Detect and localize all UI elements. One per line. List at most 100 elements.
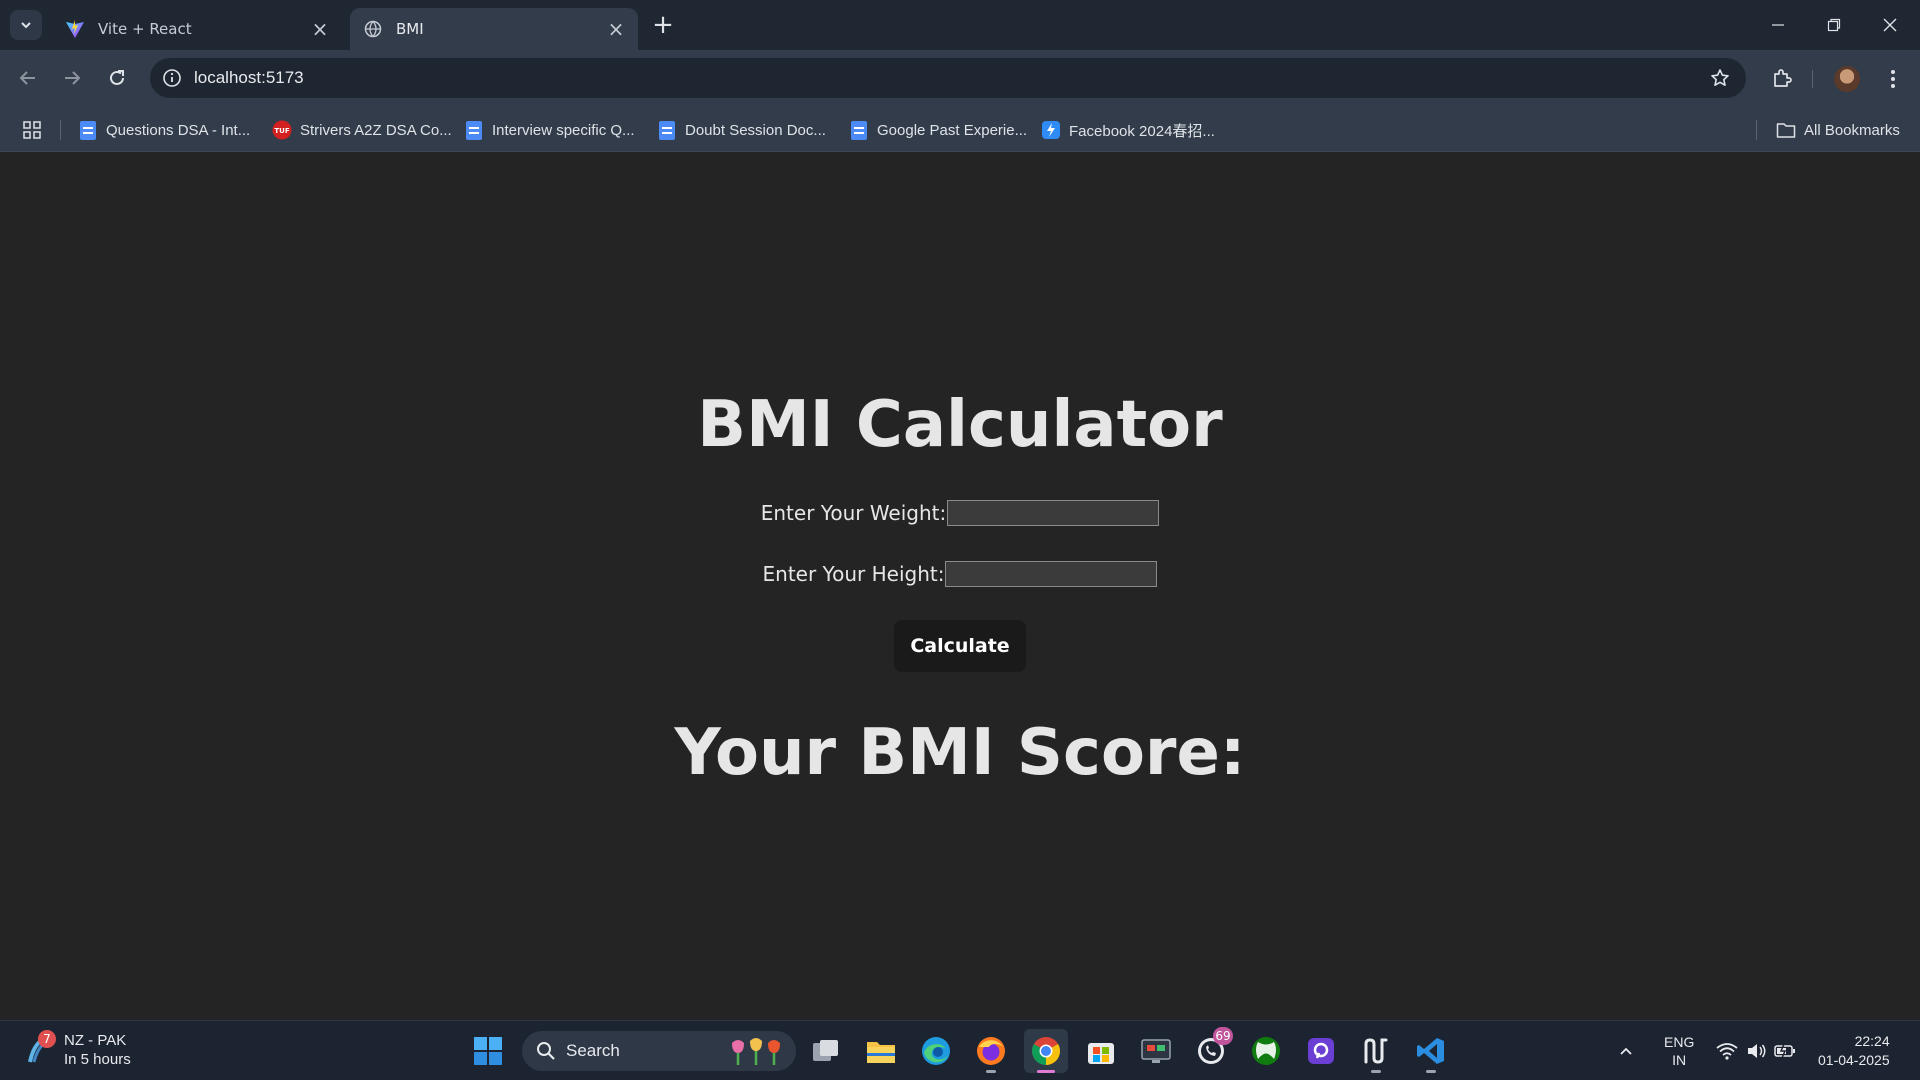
language-line1: ENG [1664, 1034, 1695, 1050]
bookmark-label: Strivers A2Z DSA Co... [300, 121, 452, 139]
address-bar[interactable]: localhost:5173 [150, 58, 1746, 98]
xbox-icon [1252, 1037, 1280, 1065]
folder-icon [867, 1042, 895, 1063]
bookmark-item[interactable]: Questions DSA - Int... [78, 118, 250, 142]
weather-line1: NZ - PAK [64, 1032, 127, 1049]
back-button[interactable] [12, 62, 44, 94]
all-bookmarks-button[interactable]: All Bookmarks [1776, 118, 1900, 142]
bookmark-item[interactable]: Facebook 2024春招... [1041, 118, 1215, 142]
site-info-icon[interactable] [150, 58, 194, 98]
bookmark-item[interactable]: Google Past Experie... [849, 118, 1027, 142]
height-row: Enter Your Height: [0, 561, 1920, 587]
google-docs-icon [464, 120, 484, 140]
bookmarks-divider [60, 120, 61, 140]
folder-icon [1776, 120, 1796, 140]
copilot-button[interactable] [1299, 1029, 1343, 1073]
language-indicator[interactable]: ENG IN [1664, 1021, 1694, 1080]
running-indicator [1426, 1070, 1436, 1073]
close-tab-icon[interactable]: × [310, 17, 330, 41]
reload-icon [110, 70, 124, 85]
edge-button[interactable] [914, 1029, 958, 1073]
kebab-menu-icon [1891, 70, 1895, 88]
search-placeholder: Search [566, 1041, 620, 1060]
weight-input[interactable] [947, 500, 1160, 526]
page-content: BMI Calculator Enter Your Weight: Enter … [0, 152, 1920, 1020]
new-tab-button[interactable]: + [650, 10, 676, 40]
tab-search-button[interactable] [10, 10, 42, 40]
restore-button[interactable] [1806, 0, 1862, 50]
tab-title: Vite + React [98, 20, 192, 38]
taskbar: 7 NZ - PAK In 5 hours Search 69 ENG IN 2… [0, 1020, 1920, 1080]
svg-text:TUF: TUF [274, 127, 289, 135]
app-logo-icon [1308, 1038, 1334, 1064]
reload-button[interactable] [101, 62, 133, 94]
minimize-button[interactable] [1750, 0, 1806, 50]
running-indicator [1037, 1070, 1055, 1073]
running-indicator [986, 1070, 996, 1073]
wifi-icon [1716, 1043, 1738, 1060]
profile-button[interactable] [1830, 62, 1864, 96]
bookmarks-bar: Questions DSA - Int... TUF Strivers A2Z … [0, 106, 1920, 152]
running-indicator [1371, 1070, 1381, 1073]
close-window-button[interactable] [1862, 0, 1918, 50]
file-explorer-button[interactable] [859, 1029, 903, 1073]
battery-icon [1774, 1043, 1795, 1059]
notion-like-button[interactable] [1354, 1029, 1398, 1073]
date-text: 01-04-2025 [1818, 1052, 1890, 1068]
forward-button[interactable] [56, 62, 88, 94]
toolbar-divider [1812, 70, 1813, 88]
bookmark-item[interactable]: Interview specific Q... [464, 118, 635, 142]
tab-bmi[interactable]: BMI × [350, 8, 638, 50]
apps-button[interactable] [22, 118, 42, 142]
bookmark-star-icon[interactable] [1708, 66, 1732, 90]
system-status-button[interactable] [1716, 1021, 1796, 1080]
clock[interactable]: 22:24 01-04-2025 [1818, 1021, 1890, 1080]
bookmark-item[interactable]: Doubt Session Doc... [657, 118, 826, 142]
apps-grid-icon [23, 121, 41, 139]
close-tab-icon[interactable]: × [606, 17, 626, 41]
restore-icon [1827, 18, 1841, 32]
height-label: Enter Your Height: [762, 562, 945, 586]
tuf-icon: TUF [272, 120, 292, 140]
weight-row: Enter Your Weight: [0, 500, 1920, 526]
google-docs-icon [849, 120, 869, 140]
taskbar-search[interactable]: Search [522, 1031, 796, 1071]
start-button[interactable] [466, 1029, 510, 1073]
store-button[interactable] [1079, 1029, 1123, 1073]
whatsapp-button[interactable]: 69 [1189, 1027, 1233, 1073]
tulips-icon [732, 1038, 780, 1065]
task-view-button[interactable] [804, 1029, 848, 1073]
volume-icon [1748, 1044, 1766, 1058]
time-text: 22:24 [1854, 1033, 1890, 1049]
bookmark-label: Google Past Experie... [877, 121, 1028, 139]
chrome-button[interactable] [1024, 1029, 1068, 1073]
extensions-button[interactable] [1765, 62, 1799, 96]
calculate-button[interactable]: Calculate [894, 620, 1026, 672]
arrow-right-icon [65, 71, 81, 85]
tab-vite-react[interactable]: Vite + React × [52, 8, 342, 50]
tab-title: BMI [396, 20, 424, 38]
tray-overflow-button[interactable] [1618, 1021, 1634, 1080]
cricket-icon: 7 [24, 1030, 56, 1066]
xbox-button[interactable] [1244, 1029, 1288, 1073]
store-icon [1088, 1043, 1114, 1064]
bmi-score-heading: Your BMI Score: [674, 716, 1246, 790]
tab-strip: Vite + React × BMI × + [0, 0, 1920, 50]
all-bookmarks-label: All Bookmarks [1804, 121, 1900, 139]
bookmark-item[interactable]: TUF Strivers A2Z DSA Co... [272, 118, 452, 142]
chevron-down-icon [21, 22, 31, 29]
weather-widget[interactable]: 7 NZ - PAK In 5 hours [24, 1030, 131, 1069]
n-logo-icon [1364, 1038, 1388, 1064]
height-input[interactable] [945, 561, 1158, 587]
bookmarks-divider [1756, 120, 1757, 140]
menu-button[interactable] [1876, 62, 1910, 96]
bookmark-label: Interview specific Q... [492, 121, 635, 139]
puzzle-icon [1774, 69, 1792, 87]
page-title: BMI Calculator [697, 388, 1223, 462]
notification-badge: 69 [1213, 1027, 1233, 1045]
snipping-tool-button[interactable] [1134, 1029, 1178, 1073]
firefox-button[interactable] [969, 1029, 1013, 1073]
vscode-button[interactable] [1409, 1029, 1453, 1073]
browser-toolbar: localhost:5173 [0, 50, 1920, 106]
google-docs-icon [657, 120, 677, 140]
